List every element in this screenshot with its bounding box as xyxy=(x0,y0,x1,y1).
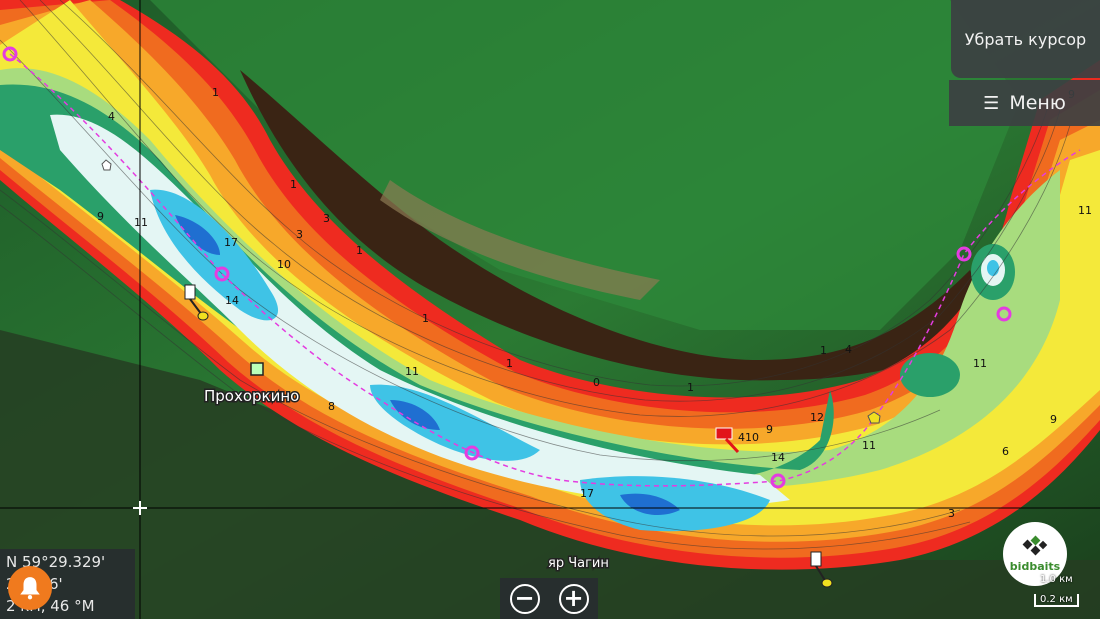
depth-label: 1 xyxy=(422,312,429,325)
remove-cursor-label: Убрать курсор xyxy=(964,29,1087,49)
zoom-in-button[interactable]: + xyxy=(558,583,589,614)
alert-button[interactable] xyxy=(8,566,52,610)
depth-label: 10 xyxy=(277,258,291,271)
village-label: Прохоркино xyxy=(204,387,299,405)
green-spot xyxy=(900,353,960,397)
scale-bar: 0.2 км xyxy=(1034,594,1079,607)
depth-label: 11 xyxy=(134,216,148,229)
depth-label: 0 xyxy=(593,376,600,389)
depth-label: 17 xyxy=(224,236,238,249)
depth-label: 9 xyxy=(97,210,104,223)
logo-mark-icon xyxy=(1022,535,1048,556)
depth-label: 8 xyxy=(328,400,335,413)
scale-top-label: 1.0 км xyxy=(1040,574,1073,585)
depth-label: 410 xyxy=(738,431,759,444)
depth-label: 1 xyxy=(290,178,297,191)
depth-map[interactable]: 1 1 3 1 1 1 0 1 1 11 9 9 6 3 12 14 17 17… xyxy=(0,0,1100,619)
remove-cursor-button[interactable]: Убрать курсор xyxy=(951,0,1100,78)
depth-label: 17 xyxy=(580,487,594,500)
depth-label: 1 xyxy=(506,357,513,370)
menu-button[interactable]: ☰ Меню xyxy=(949,80,1100,126)
depth-label: 3 xyxy=(323,212,330,225)
depth-label: 9 xyxy=(1050,413,1057,426)
depth-label: 1 xyxy=(820,344,827,357)
depth-label: 12 xyxy=(810,411,824,424)
depth-label: 1 xyxy=(687,381,694,394)
depth-label: 11 xyxy=(862,439,876,452)
zoom-controls: − + xyxy=(500,578,598,619)
depth-label: 4 xyxy=(108,110,115,123)
menu-icon: ☰ xyxy=(983,92,1000,114)
zoom-out-button[interactable]: − xyxy=(509,583,540,614)
depth-label: 11 xyxy=(405,365,419,378)
depth-label: 11 xyxy=(973,357,987,370)
deep-spot-right-core xyxy=(987,260,999,276)
depth-label: 9 xyxy=(766,423,773,436)
depth-label: 1 xyxy=(212,86,219,99)
menu-label: Меню xyxy=(1009,92,1066,114)
depth-label: 11 xyxy=(1078,204,1092,217)
depth-label: 14 xyxy=(225,294,239,307)
scale-bottom-label: 0.2 км xyxy=(1040,594,1073,605)
bell-icon xyxy=(20,577,40,600)
depth-label: 4 xyxy=(845,343,852,356)
scale-top: 1.0 км xyxy=(1040,574,1073,585)
depth-label: 6 xyxy=(1002,445,1009,458)
depth-label: 14 xyxy=(771,451,785,464)
depth-label: 3 xyxy=(948,507,955,520)
depth-label: 3 xyxy=(296,228,303,241)
logo-text: bidbaits xyxy=(1009,560,1061,573)
bank-label: яр Чагин xyxy=(548,556,609,571)
village-marker-icon[interactable] xyxy=(250,362,264,376)
depth-label: 1 xyxy=(356,244,363,257)
